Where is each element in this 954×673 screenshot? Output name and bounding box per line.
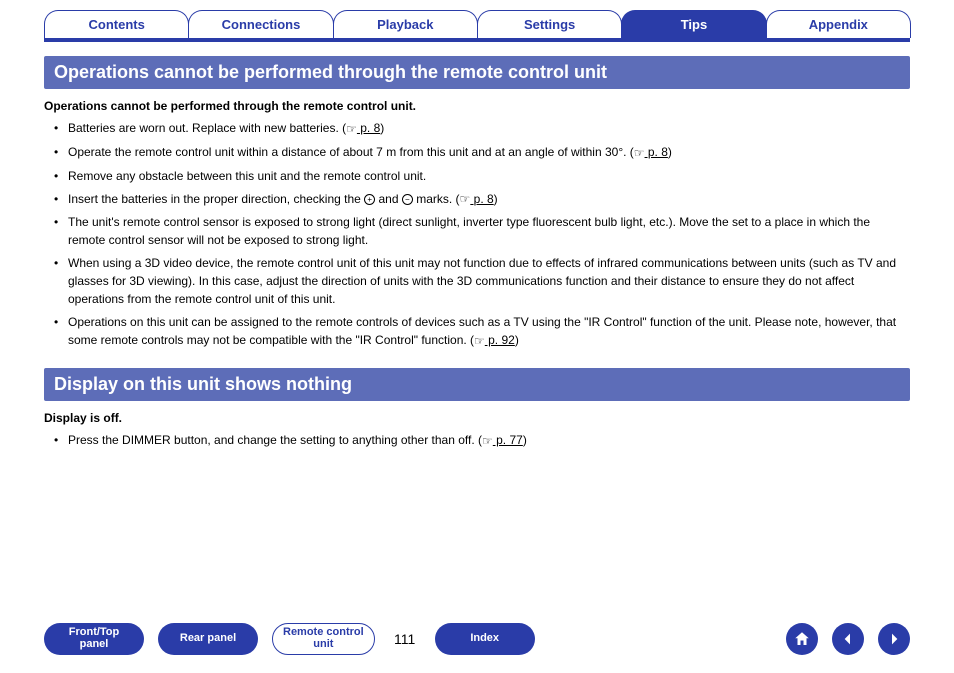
remote-control-unit-button[interactable]: Remote control unit	[272, 623, 375, 655]
section1-title: Operations cannot be performed through t…	[44, 56, 910, 89]
page-number: 111	[389, 631, 421, 647]
section2-title: Display on this unit shows nothing	[44, 368, 910, 401]
prev-page-icon[interactable]	[832, 623, 864, 655]
page-link[interactable]: p. 77	[493, 433, 523, 447]
plus-icon: +	[364, 194, 375, 205]
section2-list: Press the DIMMER button, and change the …	[44, 431, 910, 450]
index-button[interactable]: Index	[435, 623, 535, 655]
home-icon[interactable]	[786, 623, 818, 655]
minus-icon: −	[402, 194, 413, 205]
rear-panel-button[interactable]: Rear panel	[158, 623, 258, 655]
next-page-icon[interactable]	[878, 623, 910, 655]
list-item: When using a 3D video device, the remote…	[58, 254, 910, 308]
hand-icon: ☞	[460, 190, 471, 208]
hand-icon: ☞	[482, 432, 493, 450]
list-item: Operations on this unit can be assigned …	[58, 313, 910, 350]
list-item: Remove any obstacle between this unit an…	[58, 167, 910, 185]
bottom-nav: Front/Top panel Rear panel Remote contro…	[0, 623, 954, 655]
list-item: Insert the batteries in the proper direc…	[58, 190, 910, 209]
tab-tips[interactable]: Tips	[621, 10, 766, 38]
section1-list: Batteries are worn out. Replace with new…	[44, 119, 910, 350]
hand-icon: ☞	[634, 144, 645, 162]
tab-playback[interactable]: Playback	[333, 10, 478, 38]
hand-icon: ☞	[346, 120, 357, 138]
page-link[interactable]: p. 8	[645, 145, 668, 159]
list-item: Press the DIMMER button, and change the …	[58, 431, 910, 450]
tab-connections[interactable]: Connections	[188, 10, 333, 38]
page-link[interactable]: p. 8	[470, 192, 493, 206]
list-item: Operate the remote control unit within a…	[58, 143, 910, 162]
hand-icon: ☞	[474, 332, 485, 350]
list-item: Batteries are worn out. Replace with new…	[58, 119, 910, 138]
list-item: The unit's remote control sensor is expo…	[58, 213, 910, 249]
front-top-panel-button[interactable]: Front/Top panel	[44, 623, 144, 655]
page-link[interactable]: p. 8	[357, 121, 380, 135]
tab-appendix[interactable]: Appendix	[766, 10, 911, 38]
tab-contents[interactable]: Contents	[44, 10, 189, 38]
page-content: Operations cannot be performed through t…	[0, 56, 954, 450]
page-link[interactable]: p. 92	[485, 333, 515, 347]
section1-subhead: Operations cannot be performed through t…	[44, 99, 910, 113]
tab-underline	[44, 38, 910, 42]
tab-settings[interactable]: Settings	[477, 10, 622, 38]
section2-subhead: Display is off.	[44, 411, 910, 425]
top-tabs: Contents Connections Playback Settings T…	[0, 0, 954, 38]
